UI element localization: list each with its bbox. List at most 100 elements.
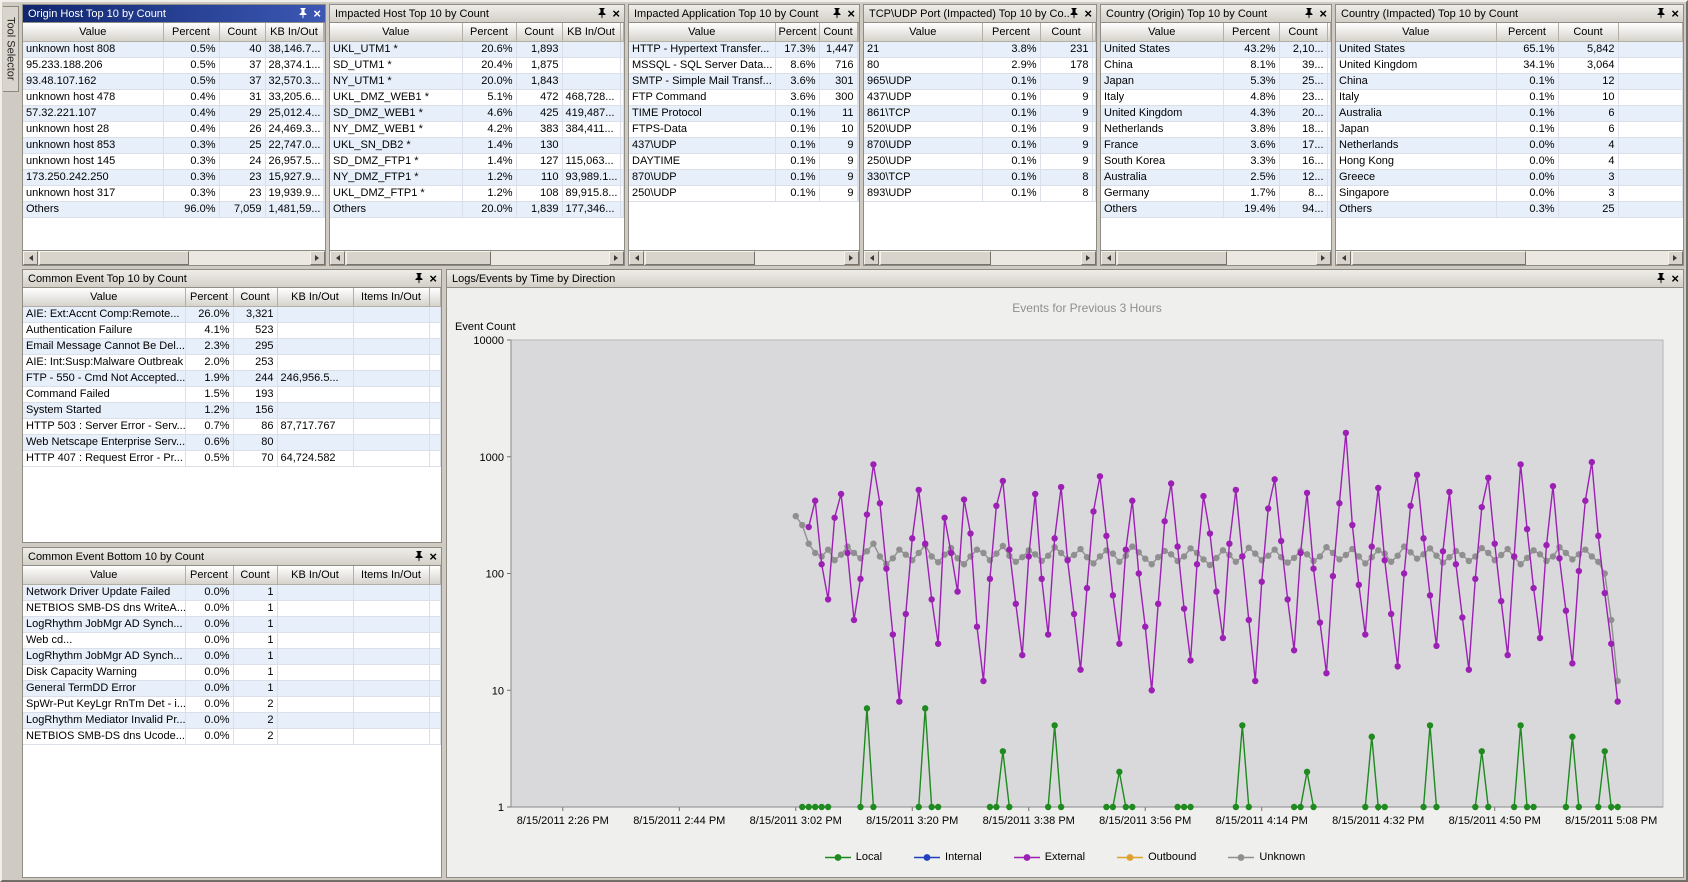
table-row[interactable]: Hong Kong0.0%4 <box>1336 153 1683 169</box>
pin-icon[interactable] <box>1305 8 1313 19</box>
table-row[interactable]: United States65.1%5,842 <box>1336 41 1683 57</box>
pin-icon[interactable] <box>415 273 423 284</box>
table-row[interactable]: 95.233.188.2060.5%3728,374.1... <box>23 57 325 73</box>
panel-titlebar[interactable]: Common Event Bottom 10 by Count × <box>23 548 441 566</box>
legend-item-local[interactable]: Local <box>825 851 882 863</box>
table-row[interactable]: United States43.2%2,10... <box>1101 41 1331 57</box>
table-row[interactable]: Web Netscape Enterprise Serv...0.6%80 <box>23 434 441 450</box>
table-row[interactable]: SpWr-Put KeyLgr RnTm Det - i...0.0%2 <box>23 696 441 712</box>
table-row[interactable]: AIE: Ext:Accnt Comp:Remote...26.0%3,321 <box>23 306 441 322</box>
table-row[interactable]: unknown host 8080.5%4038,146.7... <box>23 41 325 57</box>
close-icon[interactable]: × <box>1084 7 1092 20</box>
table-row[interactable]: Singapore0.0%3 <box>1336 185 1683 201</box>
table-row[interactable]: HTTP - Hypertext Transfer...17.3%1,447 <box>629 41 859 57</box>
column-header[interactable]: Count <box>233 288 277 306</box>
table-row[interactable]: FTP Command3.6%300 <box>629 89 859 105</box>
table-row[interactable]: Italy4.8%23... <box>1101 89 1331 105</box>
table-row[interactable]: South Korea3.3%16... <box>1101 153 1331 169</box>
table-row[interactable]: General TermDD Error0.0%1 <box>23 680 441 696</box>
column-header[interactable]: Items In/Out <box>353 566 429 584</box>
close-icon[interactable]: × <box>612 7 620 20</box>
table-row[interactable]: FTP - 550 - Cmd Not Accepted...1.9%24424… <box>23 370 441 386</box>
panel-titlebar[interactable]: Country (Origin) Top 10 by Count × <box>1101 5 1331 23</box>
table-row[interactable]: 437\UDP0.1%9 <box>629 137 859 153</box>
column-header[interactable]: Value <box>1101 23 1223 41</box>
table-row[interactable]: 870\UDP0.1%9 <box>629 169 859 185</box>
table-row[interactable]: 213.8%231 <box>864 41 1096 57</box>
table-row[interactable]: 893\UDP0.1%8 <box>864 185 1096 201</box>
column-header[interactable]: Percent <box>163 23 219 41</box>
table-row[interactable]: SD_UTM1 *20.4%1,875 <box>330 57 624 73</box>
scroll-left-arrow[interactable] <box>1336 251 1351 265</box>
scroll-thumb[interactable] <box>880 251 991 265</box>
table-row[interactable]: Others19.4%94... <box>1101 201 1331 217</box>
table-row[interactable]: 437\UDP0.1%9 <box>864 89 1096 105</box>
table-row[interactable]: Email Message Cannot Be Del...2.3%295 <box>23 338 441 354</box>
table-row[interactable]: NY_DMZ_FTP1 *1.2%11093,989.1... <box>330 169 624 185</box>
close-icon[interactable]: × <box>429 550 437 563</box>
panel-titlebar[interactable]: Country (Impacted) Top 10 by Count × <box>1336 5 1683 23</box>
column-header[interactable]: Percent <box>1223 23 1279 41</box>
table-row[interactable]: Japan5.3%25... <box>1101 73 1331 89</box>
scroll-left-arrow[interactable] <box>23 251 38 265</box>
close-icon[interactable]: × <box>313 7 321 20</box>
table-row[interactable]: unknown host 4780.4%3133,205.6... <box>23 89 325 105</box>
table-row[interactable]: 93.48.107.1620.5%3732,570.3... <box>23 73 325 89</box>
table-row[interactable]: unknown host 280.4%2624,469.3... <box>23 121 325 137</box>
table-row[interactable]: SD_DMZ_FTP1 *1.4%127115,063... <box>330 153 624 169</box>
table-row[interactable]: 330\TCP0.1%8 <box>864 169 1096 185</box>
column-header[interactable]: KB In/Out <box>277 566 353 584</box>
close-icon[interactable]: × <box>429 272 437 285</box>
column-header[interactable]: Value <box>330 23 462 41</box>
table-row[interactable]: United Kingdom4.3%20... <box>1101 105 1331 121</box>
column-header[interactable]: Value <box>23 23 163 41</box>
table-row[interactable]: FTPS-Data0.1%10 <box>629 121 859 137</box>
scroll-track[interactable] <box>1116 251 1316 265</box>
table-row[interactable]: Others0.3%25 <box>1336 201 1683 217</box>
panel-titlebar[interactable]: Impacted Application Top 10 by Count × <box>629 5 859 23</box>
pin-icon[interactable] <box>1657 273 1665 284</box>
table-row[interactable]: 57.32.221.1070.4%2925,012.4... <box>23 105 325 121</box>
table-row[interactable]: Netherlands3.8%18... <box>1101 121 1331 137</box>
table-row[interactable]: NETBIOS SMB-DS dns Ucode...0.0%2 <box>23 728 441 744</box>
table-row[interactable]: Network Driver Update Failed0.0%1 <box>23 584 441 600</box>
scroll-right-arrow[interactable] <box>1316 251 1331 265</box>
scroll-right-arrow[interactable] <box>1668 251 1683 265</box>
legend-item-internal[interactable]: Internal <box>914 851 982 863</box>
table-row[interactable]: unknown host 8530.3%2522,747.0... <box>23 137 325 153</box>
table-row[interactable]: TIME Protocol0.1%11 <box>629 105 859 121</box>
scroll-thumb[interactable] <box>1117 251 1227 265</box>
table-row[interactable]: NY_DMZ_WEB1 *4.2%383384,411... <box>330 121 624 137</box>
legend-item-outbound[interactable]: Outbound <box>1117 851 1196 863</box>
pin-icon[interactable] <box>1070 8 1078 19</box>
table-row[interactable]: SD_DMZ_WEB1 *4.6%425419,487... <box>330 105 624 121</box>
table-row[interactable]: UKL_SN_DB2 *1.4%130 <box>330 137 624 153</box>
column-header[interactable]: Count <box>1040 23 1092 41</box>
table-row[interactable]: China0.1%12 <box>1336 73 1683 89</box>
column-header[interactable]: Value <box>23 288 185 306</box>
scroll-right-arrow[interactable] <box>609 251 624 265</box>
table-row[interactable]: LogRhythm JobMgr AD Synch...0.0%1 <box>23 648 441 664</box>
table-row[interactable]: Authentication Failure4.1%523 <box>23 322 441 338</box>
table-row[interactable]: Others96.0%7,0591,481,59... <box>23 201 325 217</box>
horizontal-scrollbar[interactable] <box>330 250 624 265</box>
table-row[interactable]: NY_UTM1 *20.0%1,843 <box>330 73 624 89</box>
column-header[interactable]: Count <box>1279 23 1327 41</box>
column-header[interactable]: Percent <box>1496 23 1558 41</box>
pin-icon[interactable] <box>833 8 841 19</box>
table-row[interactable]: Italy0.1%10 <box>1336 89 1683 105</box>
table-row[interactable]: Disk Capacity Warning0.0%1 <box>23 664 441 680</box>
column-header[interactable]: Count <box>516 23 562 41</box>
table-row[interactable]: 870\UDP0.1%9 <box>864 137 1096 153</box>
table-row[interactable]: DAYTIME0.1%9 <box>629 153 859 169</box>
table-row[interactable]: UKL_DMZ_FTP1 *1.2%10889,915.8... <box>330 185 624 201</box>
close-icon[interactable]: × <box>1671 7 1679 20</box>
scroll-right-arrow[interactable] <box>310 251 325 265</box>
scroll-left-arrow[interactable] <box>629 251 644 265</box>
legend-item-external[interactable]: External <box>1014 851 1085 863</box>
panel-titlebar[interactable]: TCP\UDP Port (Impacted) Top 10 by Co... … <box>864 5 1096 23</box>
column-header[interactable]: Items In/Out <box>353 288 429 306</box>
scroll-track[interactable] <box>644 251 844 265</box>
column-header[interactable]: Value <box>23 566 185 584</box>
pin-icon[interactable] <box>299 8 307 19</box>
